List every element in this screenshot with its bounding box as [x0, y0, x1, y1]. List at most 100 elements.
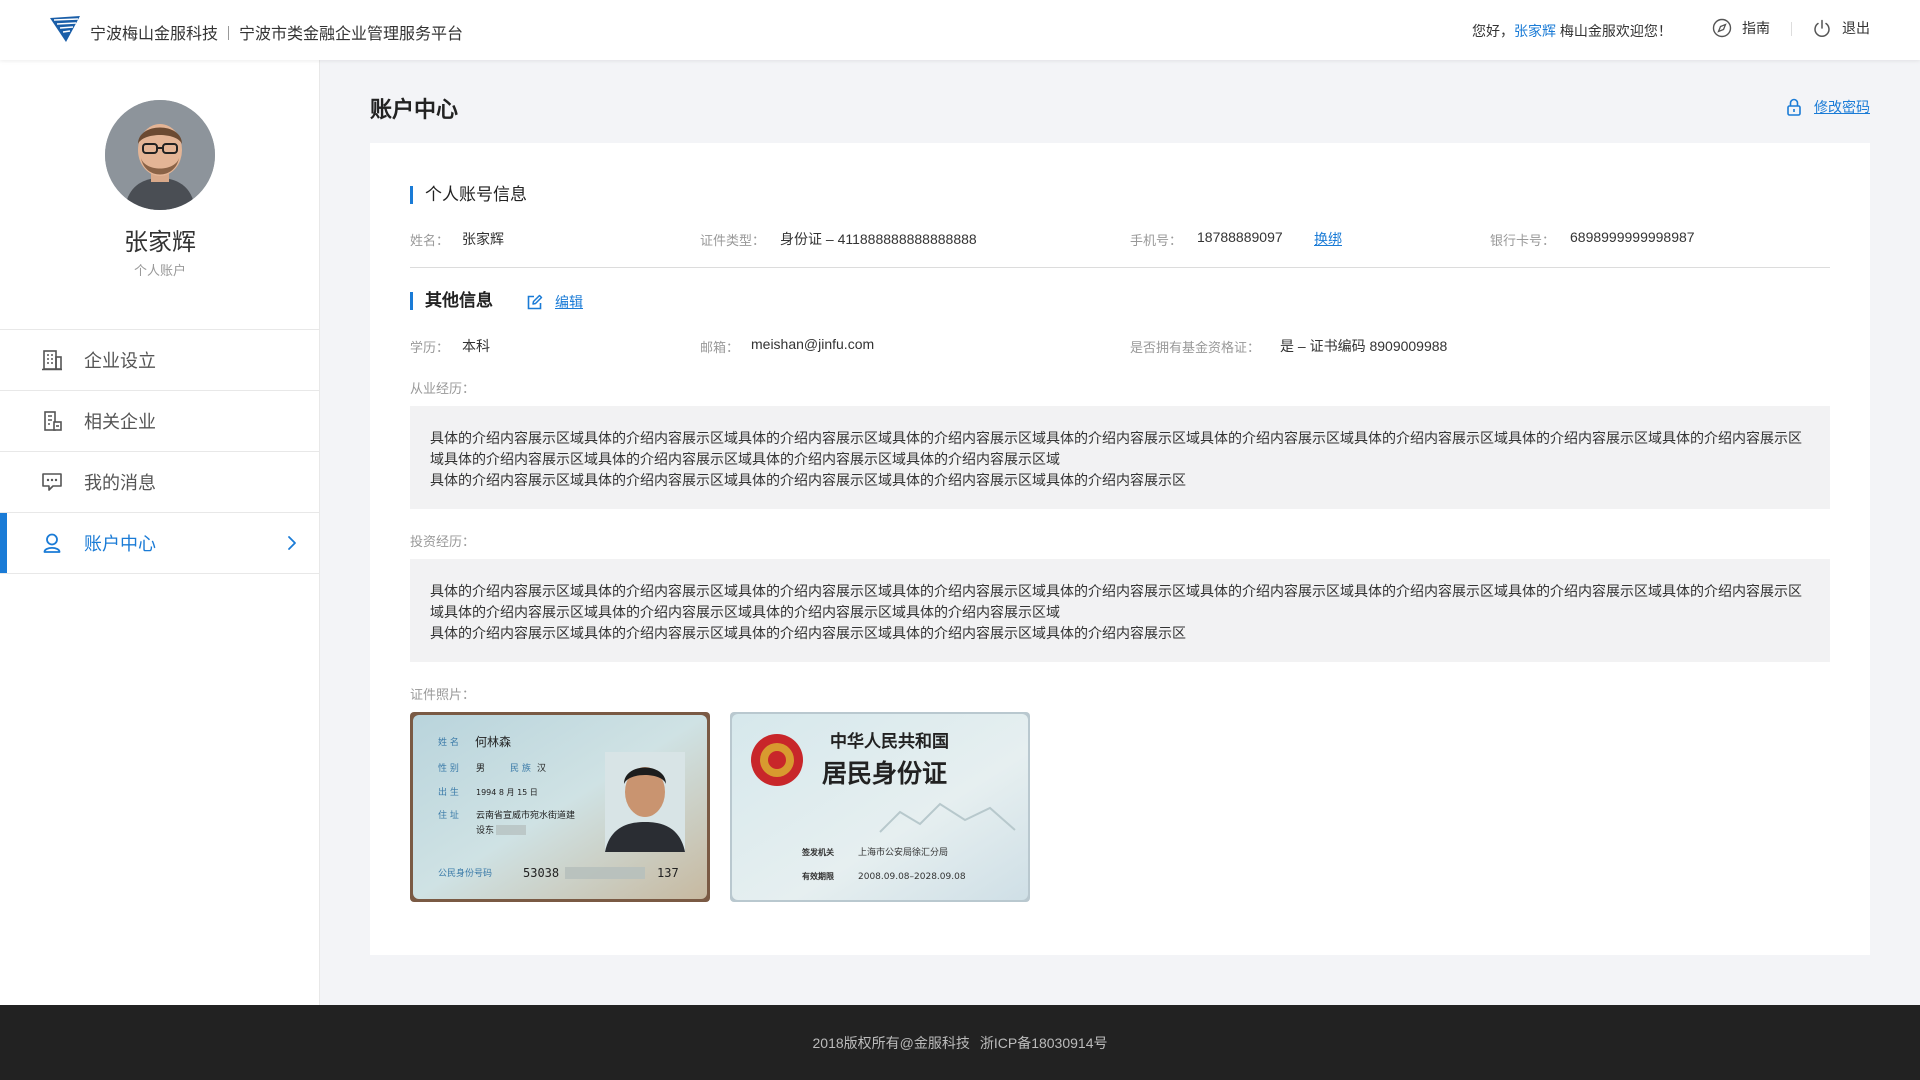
building-icon [40, 348, 64, 372]
front-sex-value: 男 [476, 763, 485, 774]
edit-icon [527, 294, 543, 309]
chevron-right-icon [288, 536, 296, 550]
back-country: 中华人民共和国 [830, 731, 949, 752]
back-valid-key: 有效期限 [802, 871, 834, 881]
front-number-key: 公民身份号码 [438, 867, 492, 879]
edit-other-info-link[interactable]: 编辑 [526, 292, 583, 312]
email-label: 邮箱： [700, 340, 740, 355]
sidebar-item-account-center[interactable]: 账户中心 [0, 513, 320, 574]
rebind-phone-link[interactable]: 换绑 [1314, 229, 1342, 249]
guide-link[interactable]: 指南 [1712, 18, 1770, 38]
front-address-key: 住 址 [438, 809, 459, 821]
career-line: 具体的介绍内容展示区域具体的介绍内容展示区域具体的介绍内容展示区域具体的介绍内容… [430, 472, 1186, 488]
greeting-prefix: 您好， [1472, 23, 1514, 39]
name-value: 张家辉 [462, 231, 504, 247]
id-card-back-icon: 中华人民共和国 居民身份证 签发机关 上海市公安局徐汇分局 有效期限 2008.… [730, 712, 1030, 902]
personal-info-title: 个人账号信息 [410, 186, 527, 204]
footer-copyright: 2018版权所有@金服科技 [812, 1034, 970, 1051]
investment-line: 域具体的介绍内容展示区域具体的介绍内容展示区域具体的介绍内容展示区域具体的介绍内… [430, 604, 1060, 620]
sidebar-menu: 企业设立 相关企业 我的消息 账户中心 [0, 329, 320, 574]
platform-name: 宁波市类金融企业管理服务平台 [239, 26, 464, 43]
sidebar-user-name: 张家辉 [124, 229, 196, 256]
header-divider [1791, 22, 1792, 36]
career-text: 具体的介绍内容展示区域具体的介绍内容展示区域具体的介绍内容展示区域具体的介绍内容… [410, 406, 1830, 509]
education-label: 学历： [410, 340, 450, 355]
phone-value: 18788889097 [1197, 229, 1283, 245]
back-valid-value: 2008.09.08–2028.09.08 [858, 872, 966, 882]
lock-icon [1787, 98, 1801, 116]
change-password-link[interactable]: 修改密码 [1786, 97, 1870, 117]
sidebar-item-related-companies[interactable]: 相关企业 [0, 391, 320, 452]
phone-label: 手机号： [1130, 233, 1183, 248]
sidebar-user-role: 个人账户 [133, 263, 186, 278]
sidebar-item-label: 企业设立 [84, 351, 156, 371]
top-header: 宁波梅山金服科技 宁波市类金融企业管理服务平台 您好，张家辉 梅山金服欢迎您！ 指… [0, 0, 1920, 60]
avatar [105, 100, 215, 210]
investment-label: 投资经历： [410, 534, 476, 549]
front-number-start: 53038 [523, 866, 559, 880]
welcome-text: 您好，张家辉 梅山金服欢迎您！ [1472, 21, 1672, 41]
bank-card-value: 6898999999998987 [1570, 229, 1695, 245]
related-company-icon [40, 409, 64, 433]
id-type-label: 证件类型： [700, 233, 766, 248]
id-card-front-icon: 姓 名 何林森 性 别 男 民 族 汉 出 生 1994 8 月 15 日 住 … [410, 712, 710, 902]
front-birth-key: 出 生 [438, 786, 459, 798]
front-address-value: 云南省宣威市宛水街道建 [476, 809, 575, 821]
account-card: 个人账号信息 姓名： 张家辉 证件类型： 身份证 – 4118888888888… [370, 143, 1870, 955]
id-card-front-photo[interactable]: 姓 名 何林森 性 别 男 民 族 汉 出 生 1994 8 月 15 日 住 … [410, 712, 710, 902]
brand-title: 宁波梅山金服科技 宁波市类金融企业管理服务平台 [90, 20, 463, 44]
compass-icon [1712, 18, 1732, 38]
email-value: meishan@jinfu.com [751, 336, 875, 352]
sidebar-item-label: 我的消息 [84, 473, 156, 493]
footer-icp[interactable]: 浙ICP备18030914号 [980, 1033, 1108, 1053]
fund-cert-value: 是 – 证书编码 8909009988 [1280, 338, 1448, 354]
company-name: 宁波梅山金服科技 [90, 26, 219, 43]
back-card-title: 居民身份证 [822, 759, 947, 788]
company-logo-icon [50, 16, 80, 42]
fund-cert-label: 是否拥有基金资格证： [1130, 340, 1261, 355]
front-name-value: 何林森 [475, 734, 511, 749]
investment-text: 具体的介绍内容展示区域具体的介绍内容展示区域具体的介绍内容展示区域具体的介绍内容… [410, 559, 1830, 662]
front-number-end: 137 [657, 866, 679, 880]
investment-line: 具体的介绍内容展示区域具体的介绍内容展示区域具体的介绍内容展示区域具体的介绍内容… [430, 583, 1802, 599]
change-password-label: 修改密码 [1814, 99, 1870, 115]
sidebar-item-label: 账户中心 [84, 534, 156, 554]
message-icon [40, 470, 64, 494]
name-label: 姓名： [410, 233, 450, 248]
career-line: 域具体的介绍内容展示区域具体的介绍内容展示区域具体的介绍内容展示区域具体的介绍内… [430, 451, 1060, 467]
power-icon [1814, 19, 1830, 37]
edit-label: 编辑 [555, 294, 583, 310]
front-name-key: 姓 名 [438, 736, 459, 748]
sidebar: 张家辉 个人账户 企业设立 相关企业 我的消息 账户中心 [0, 60, 320, 1005]
front-sex-key: 性 别 [438, 762, 459, 774]
sidebar-item-label: 相关企业 [84, 412, 156, 432]
id-type-value: 身份证 – 411888888888888888 [780, 231, 977, 247]
front-ethnic-value: 汉 [537, 763, 546, 774]
investment-line: 具体的介绍内容展示区域具体的介绍内容展示区域具体的介绍内容展示区域具体的介绍内容… [430, 625, 1186, 641]
page-title: 账户中心 [370, 97, 459, 122]
education-value: 本科 [462, 338, 490, 354]
career-line: 具体的介绍内容展示区域具体的介绍内容展示区域具体的介绍内容展示区域具体的介绍内容… [430, 430, 1802, 446]
logout-link[interactable]: 退出 [1812, 18, 1870, 38]
career-label: 从业经历： [410, 381, 476, 396]
bank-card-label: 银行卡号： [1490, 233, 1556, 248]
front-birth-value: 1994 8 月 15 日 [476, 788, 538, 797]
section-divider [410, 267, 1830, 268]
header-user-name[interactable]: 张家辉 [1514, 23, 1556, 39]
front-ethnic-key: 民 族 [510, 762, 531, 774]
brand-divider [228, 26, 230, 40]
other-info-title: 其他信息 [410, 292, 493, 310]
back-issuer-key: 签发机关 [801, 847, 834, 857]
sidebar-item-enterprise-setup[interactable]: 企业设立 [0, 330, 320, 391]
greeting-suffix: 梅山金服欢迎您！ [1556, 23, 1672, 39]
id-card-back-photo[interactable]: 中华人民共和国 居民身份证 签发机关 上海市公安局徐汇分局 有效期限 2008.… [730, 712, 1030, 902]
avatar-photo-icon [105, 100, 215, 210]
user-icon [40, 531, 64, 555]
guide-label: 指南 [1742, 20, 1770, 36]
back-issuer-value: 上海市公安局徐汇分局 [858, 846, 948, 858]
sidebar-item-messages[interactable]: 我的消息 [0, 452, 320, 513]
id-photo-label: 证件照片： [410, 687, 476, 702]
footer: 2018版权所有@金服科技 浙ICP备18030914号 [0, 1005, 1920, 1080]
logout-label: 退出 [1842, 20, 1870, 36]
front-address-line2: 设东 [476, 824, 494, 836]
